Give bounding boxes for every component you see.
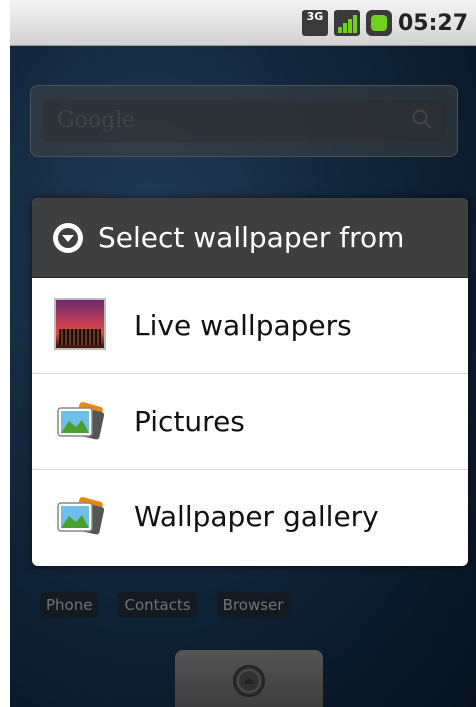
status-icons: 3G 05:27: [301, 9, 468, 37]
option-label: Live wallpapers: [134, 309, 352, 342]
live-wallpaper-icon: [54, 297, 110, 354]
dialog-title: Select wallpaper from: [98, 221, 405, 254]
signal-strength-icon: [333, 10, 360, 36]
option-label: Pictures: [134, 405, 245, 438]
select-wallpaper-dialog: Select wallpaper from Live wallpapers Pi…: [32, 198, 468, 566]
option-wallpaper-gallery[interactable]: Wallpaper gallery: [32, 470, 468, 563]
option-label: Wallpaper gallery: [134, 500, 379, 533]
option-pictures[interactable]: Pictures: [32, 374, 468, 470]
chevron-down-icon: [53, 222, 83, 253]
pictures-icon: [57, 401, 105, 439]
clock: 05:27: [397, 10, 468, 36]
gallery-icon: [57, 496, 105, 534]
android-screen: 3G 05:27 Google Phone Contacts Browser S…: [10, 0, 476, 707]
option-live-wallpapers[interactable]: Live wallpapers: [32, 278, 468, 374]
status-bar: 3G 05:27: [10, 0, 476, 46]
dialog-header: Select wallpaper from: [32, 198, 468, 278]
network-3g-icon: 3G: [301, 10, 328, 36]
battery-icon: [365, 10, 392, 36]
